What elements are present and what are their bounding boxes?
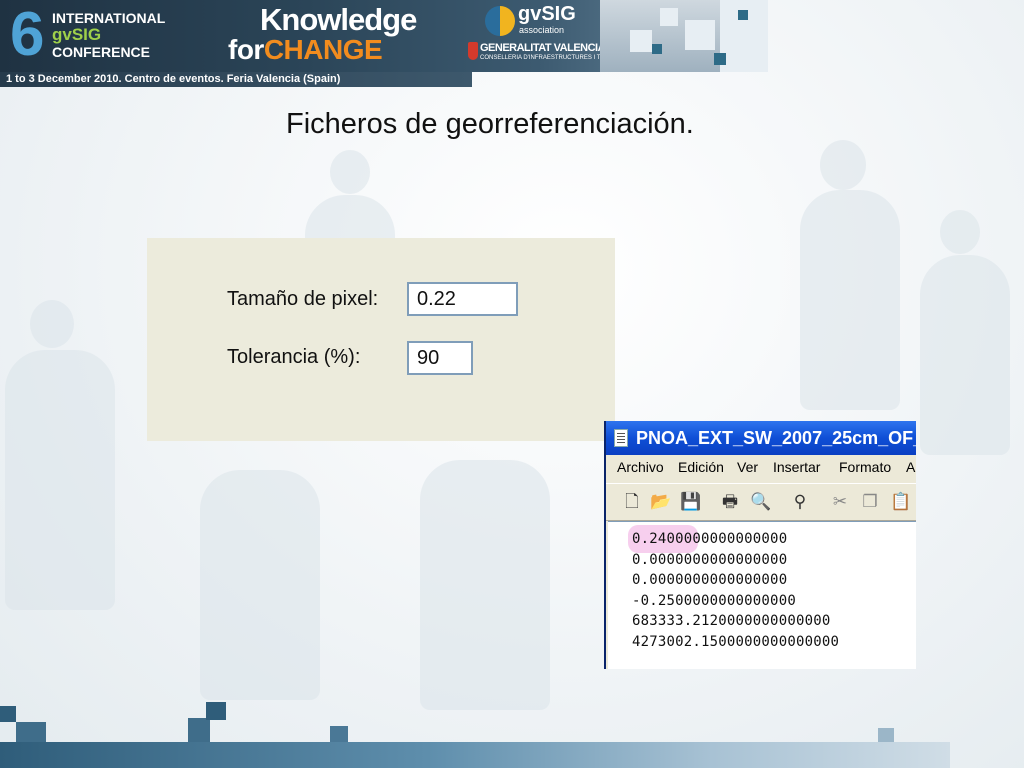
pixel-tile — [330, 726, 348, 742]
date-strip: 1 to 3 December 2010. Centro de eventos.… — [0, 72, 472, 87]
background-figure — [200, 470, 320, 700]
pixel-size-label: Tamaño de pixel: — [227, 288, 379, 310]
background-figure — [940, 210, 980, 254]
menu-insertar[interactable]: Insertar — [773, 459, 820, 475]
conference-line-gvsig: gvSIG — [52, 25, 102, 44]
text-editor[interactable]: 0.2400000000000000 0.0000000000000000 0.… — [608, 521, 916, 669]
background-figure — [920, 255, 1010, 455]
pixel-tile — [188, 718, 210, 742]
pixel-tile — [206, 702, 226, 720]
menu-edicion[interactable]: Edición — [678, 459, 724, 475]
background-figure — [5, 350, 115, 610]
world-file-line: 0.0000000000000000 — [632, 552, 788, 568]
pixel-tile — [16, 722, 46, 742]
pixel-size-input[interactable] — [407, 282, 518, 316]
gvsig-logo-text: gvSIG — [518, 3, 576, 25]
georeference-form-panel: Tamaño de pixel: Tolerancia (%): — [147, 238, 615, 441]
footer-decoration — [0, 742, 950, 768]
background-figure — [800, 190, 900, 410]
gvsig-logo-icon — [485, 6, 515, 36]
for-change-logo-text: forCHANGE — [228, 34, 383, 66]
pixel-tile — [660, 8, 678, 26]
background-figure — [820, 140, 866, 190]
pixel-tile — [652, 44, 662, 54]
world-file-line: 0.2400000000000000 — [632, 531, 788, 547]
background-figure — [330, 150, 370, 194]
pixel-tile — [878, 728, 894, 742]
world-file-line: 0.0000000000000000 — [632, 572, 788, 588]
menu-formato[interactable]: Formato — [839, 459, 891, 475]
conference-number: 6 — [10, 0, 45, 69]
pixel-tile — [738, 10, 748, 20]
menu-bar: Archivo Edición Ver Insertar Formato A — [606, 455, 916, 481]
menu-ver[interactable]: Ver — [737, 459, 758, 475]
pixel-tile — [0, 706, 16, 722]
new-icon[interactable]: 🗋 — [622, 492, 642, 512]
pixel-tile — [714, 53, 726, 65]
change-text: CHANGE — [263, 34, 383, 65]
association-text: association — [519, 25, 565, 35]
menu-archivo[interactable]: Archivo — [617, 459, 664, 475]
paste-icon[interactable]: 📋 — [890, 492, 911, 512]
save-icon[interactable]: 💾 — [680, 492, 701, 512]
print-icon[interactable]: 🖶 — [720, 492, 740, 512]
generalitat-shield-icon — [468, 42, 478, 60]
copy-icon[interactable]: ❐ — [860, 492, 880, 512]
find-icon[interactable]: ⚲ — [790, 492, 810, 512]
conference-date: 1 to 3 December 2010. Centro de eventos.… — [6, 73, 341, 85]
notepad-icon — [614, 429, 628, 447]
conference-line-international: INTERNATIONAL — [52, 10, 166, 26]
world-file-line: 4273002.1500000000000000 — [632, 634, 840, 650]
print-preview-icon[interactable]: 🔍 — [750, 492, 771, 512]
menu-more[interactable]: A — [906, 459, 915, 475]
window-title-bar[interactable]: PNOA_EXT_SW_2007_25cm_OF_e — [606, 421, 916, 455]
tolerance-input[interactable] — [407, 341, 473, 375]
pixel-tile — [685, 20, 715, 50]
cut-icon[interactable]: ✂ — [830, 492, 850, 512]
open-icon[interactable]: 📂 — [650, 492, 671, 512]
conference-line-conference: CONFERENCE — [52, 44, 151, 60]
for-text: for — [228, 34, 264, 65]
window-title: PNOA_EXT_SW_2007_25cm_OF_e — [636, 428, 916, 448]
generalitat-text: GENERALITAT VALENCIANA — [480, 42, 620, 54]
notepad-window: PNOA_EXT_SW_2007_25cm_OF_e Archivo Edici… — [604, 421, 916, 669]
world-file-line: 683333.2120000000000000 — [632, 613, 831, 629]
conference-banner: 6 INTERNATIONAL gvSIG CONFERENCE Knowled… — [0, 0, 768, 72]
pixel-tile — [630, 30, 652, 52]
world-file-line: -0.2500000000000000 — [632, 593, 796, 609]
knowledge-logo-text: Knowledge — [260, 2, 417, 37]
background-figure — [30, 300, 74, 348]
page-title: Ficheros de georreferenciación. — [286, 108, 694, 140]
background-figure — [420, 460, 550, 710]
toolbar: 🗋 📂 💾 🖶 🔍 ⚲ ✂ ❐ 📋 — [606, 483, 916, 521]
tolerance-label: Tolerancia (%): — [227, 346, 361, 368]
